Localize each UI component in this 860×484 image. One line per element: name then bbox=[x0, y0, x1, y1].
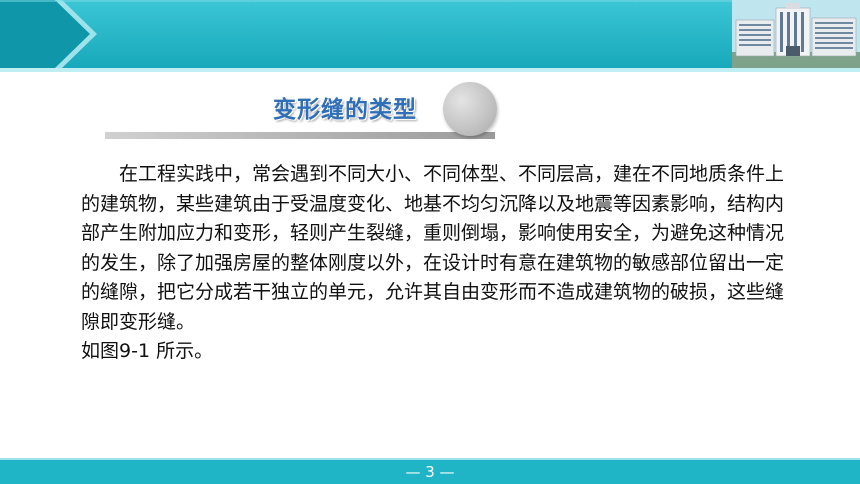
footer-bar: — 3 — bbox=[0, 458, 860, 484]
body-paragraph: 在工程实践中，常会遇到不同大小、不同体型、不同层高，建在不同地质条件上的建筑物，… bbox=[81, 163, 785, 333]
slide: 变形缝的类型 在工程实践中，常会遇到不同大小、不同体型、不同层高，建在不同地质条… bbox=[0, 0, 860, 484]
title-area: 变形缝的类型 bbox=[105, 80, 505, 148]
header-banner bbox=[0, 0, 860, 78]
title-underline-bar bbox=[105, 132, 495, 139]
page-number: — 3 — bbox=[405, 463, 455, 481]
body-text: 在工程实践中，常会遇到不同大小、不同体型、不同层高，建在不同地质条件上的建筑物，… bbox=[81, 160, 801, 367]
building-image bbox=[732, 0, 860, 68]
figure-reference: 如图9-1 所示。 bbox=[81, 340, 214, 362]
title-circle-decoration bbox=[443, 82, 497, 136]
slide-title: 变形缝的类型 bbox=[273, 97, 417, 123]
